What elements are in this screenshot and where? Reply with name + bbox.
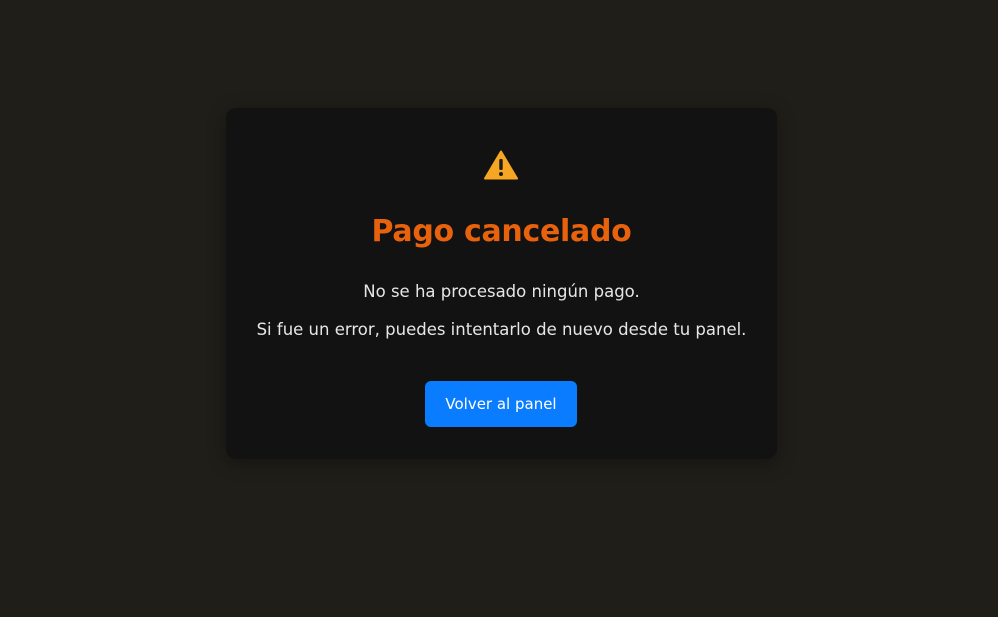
page-title: Pago cancelado (371, 214, 632, 249)
back-to-panel-button[interactable]: Volver al panel (425, 381, 577, 427)
warning-icon (484, 150, 518, 180)
message-line-2: Si fue un error, puedes intentarlo de nu… (256, 320, 747, 339)
message-line-1: No se ha procesado ningún pago. (363, 282, 640, 301)
cancel-card: Pago cancelado No se ha procesado ningún… (226, 108, 777, 459)
